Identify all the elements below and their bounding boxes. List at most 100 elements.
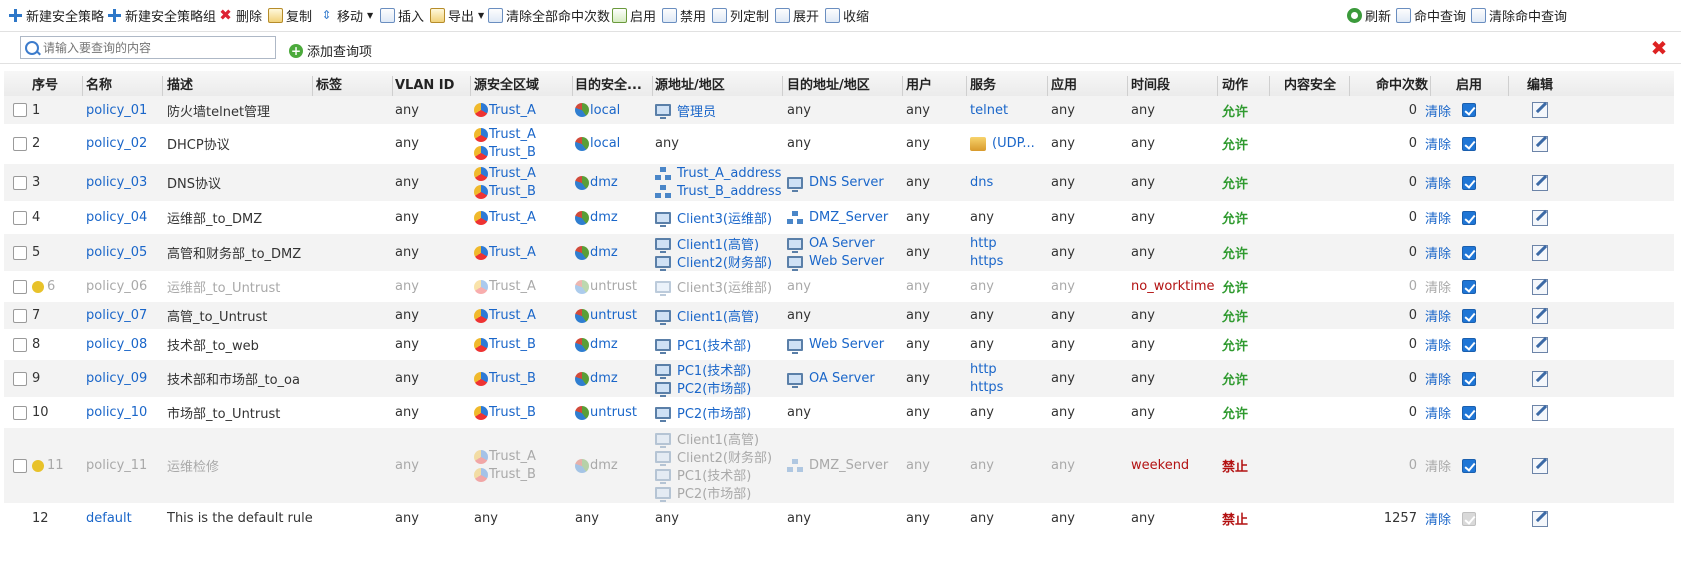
edit-icon[interactable] [1532,209,1548,226]
column-divider[interactable] [1508,76,1509,96]
dst-zone-link[interactable]: dmz [590,210,618,225]
src-zone-link[interactable]: Trust_A [489,308,536,323]
table-row[interactable]: 9 policy_09 技术部和市场部_to_oa any Trust_B dmz PC1(… [4,360,1674,398]
clear-hits-link[interactable]: 清除 [1425,306,1451,325]
customize-columns-button[interactable]: 列定制 [712,6,769,25]
service-link[interactable]: dns [970,175,993,190]
delete-button[interactable]: ✖ 删除 [218,6,262,25]
time-range[interactable]: no_worktime [1131,279,1215,294]
dst-zone-link[interactable]: local [590,103,620,118]
clear-hits-link[interactable]: 清除 [1425,403,1451,422]
column-divider[interactable] [1127,76,1128,96]
src-address-link[interactable]: Client1(高管) [677,306,759,325]
row-checkbox[interactable] [13,279,27,294]
row-checkbox[interactable] [13,210,27,225]
enable-checkbox[interactable] [1462,405,1476,420]
dst-zone-link[interactable]: untrust [590,279,637,294]
refresh-button[interactable]: 刷新 [1347,6,1391,25]
hit-query-button[interactable]: 命中查询 [1396,6,1466,25]
clear-hits-link[interactable]: 清除 [1425,277,1451,296]
time-range[interactable]: weekend [1131,458,1189,473]
src-zone-link[interactable]: Trust_A [489,127,536,142]
dst-address-link[interactable]: Web Server [809,254,884,269]
new-policy-group-button[interactable]: 新建安全策略组 [107,6,216,25]
edit-icon[interactable] [1532,135,1548,152]
dst-address-link[interactable]: DMZ_Server [809,458,888,473]
dst-zone-link[interactable]: dmz [590,245,618,260]
policy-name-link[interactable]: policy_11 [86,458,147,473]
clear-hits-link[interactable]: 清除 [1425,134,1451,153]
src-address-link[interactable]: PC2(市场部) [677,483,751,502]
clear-hits-link[interactable]: 清除 [1425,101,1451,120]
src-zone-link[interactable]: Trust_B [489,337,536,352]
dst-zone-link[interactable]: dmz [590,458,618,473]
src-address-link[interactable]: Client1(高管) [677,234,759,253]
dst-zone-link[interactable]: untrust [590,405,637,420]
enable-checkbox[interactable] [1462,245,1476,260]
edit-icon[interactable] [1532,404,1548,421]
clear-hits-link[interactable]: 清除 [1425,456,1451,475]
column-divider[interactable] [966,76,967,96]
table-row[interactable]: 12 default This is the default rule any any a… [4,505,1674,533]
column-divider[interactable] [572,76,573,96]
policy-name-link[interactable]: policy_01 [86,103,147,118]
table-row[interactable]: 4 policy_04 运维部_to_DMZ any Trust_A dmz Client3… [4,203,1674,233]
enable-checkbox[interactable] [1462,458,1476,473]
search-field[interactable] [20,36,276,59]
src-address-link[interactable]: Client2(财务部) [677,447,772,466]
src-address-link[interactable]: 管理员 [677,101,716,120]
column-divider[interactable] [312,76,313,96]
insert-button[interactable]: 插入 [380,6,424,25]
column-divider[interactable] [162,76,163,96]
src-address-link[interactable]: Client2(财务部) [677,252,772,271]
policy-name-link[interactable]: policy_04 [86,210,147,225]
clear-hits-link[interactable]: 清除 [1425,208,1451,227]
policy-name-link[interactable]: default [86,511,132,526]
dst-address-link[interactable]: OA Server [809,236,875,251]
dst-address-link[interactable]: DMZ_Server [809,210,888,225]
clear-hit-query-button[interactable]: 清除命中查询 [1471,6,1567,25]
service-link[interactable]: http [970,362,997,377]
dst-address-link[interactable]: DNS Server [809,175,884,190]
edit-icon[interactable] [1532,307,1548,324]
expand-button[interactable]: 展开 [775,6,819,25]
clear-all-hits-button[interactable]: 清除全部命中次数 [488,6,610,25]
column-divider[interactable] [782,76,783,96]
table-row[interactable]: 1 policy_01 防火墙telnet管理 any Trust_A local 管理员 a… [4,96,1674,125]
column-divider[interactable] [1349,76,1350,96]
row-checkbox[interactable] [13,405,27,420]
column-divider[interactable] [1269,76,1270,96]
src-address-link[interactable]: Client3(运维部) [677,208,772,227]
policy-name-link[interactable]: policy_02 [86,136,147,151]
service-link[interactable]: https [970,254,1003,269]
policy-name-link[interactable]: policy_09 [86,371,147,386]
enable-checkbox[interactable] [1462,175,1476,190]
enable-checkbox[interactable] [1462,210,1476,225]
row-checkbox[interactable] [13,175,27,190]
edit-icon[interactable] [1532,370,1548,387]
column-divider[interactable] [1217,76,1218,96]
clear-hits-link[interactable]: 清除 [1425,173,1451,192]
src-zone-link[interactable]: Trust_A [489,103,536,118]
column-divider[interactable] [652,76,653,96]
dst-zone-link[interactable]: local [590,136,620,151]
clear-hits-link[interactable]: 清除 [1425,509,1451,528]
edit-icon[interactable] [1532,510,1548,527]
table-row[interactable]: 8 policy_08 技术部_to_web any Trust_B dmz PC1(技术部… [4,331,1674,359]
clear-hits-link[interactable]: 清除 [1425,335,1451,354]
src-address-link[interactable]: Client1(高管) [677,429,759,448]
src-address-link[interactable]: Client3(运维部) [677,277,772,296]
src-zone-link[interactable]: Trust_B [489,405,536,420]
clear-hits-link[interactable]: 清除 [1425,243,1451,262]
src-address-link[interactable]: PC2(市场部) [677,403,751,422]
policy-name-link[interactable]: policy_07 [86,308,147,323]
policy-name-link[interactable]: policy_10 [86,405,147,420]
policy-name-link[interactable]: policy_03 [86,175,147,190]
enable-checkbox[interactable] [1462,371,1476,386]
add-query-button[interactable]: + 添加查询项 [289,41,372,60]
policy-name-link[interactable]: policy_06 [86,279,147,294]
src-zone-link[interactable]: Trust_B [489,467,536,482]
src-zone-link[interactable]: Trust_B [489,145,536,160]
row-checkbox[interactable] [13,245,27,260]
table-row[interactable]: 11 policy_11 运维检修 any Trust_A Trust_B dmz Clien… [4,428,1674,504]
